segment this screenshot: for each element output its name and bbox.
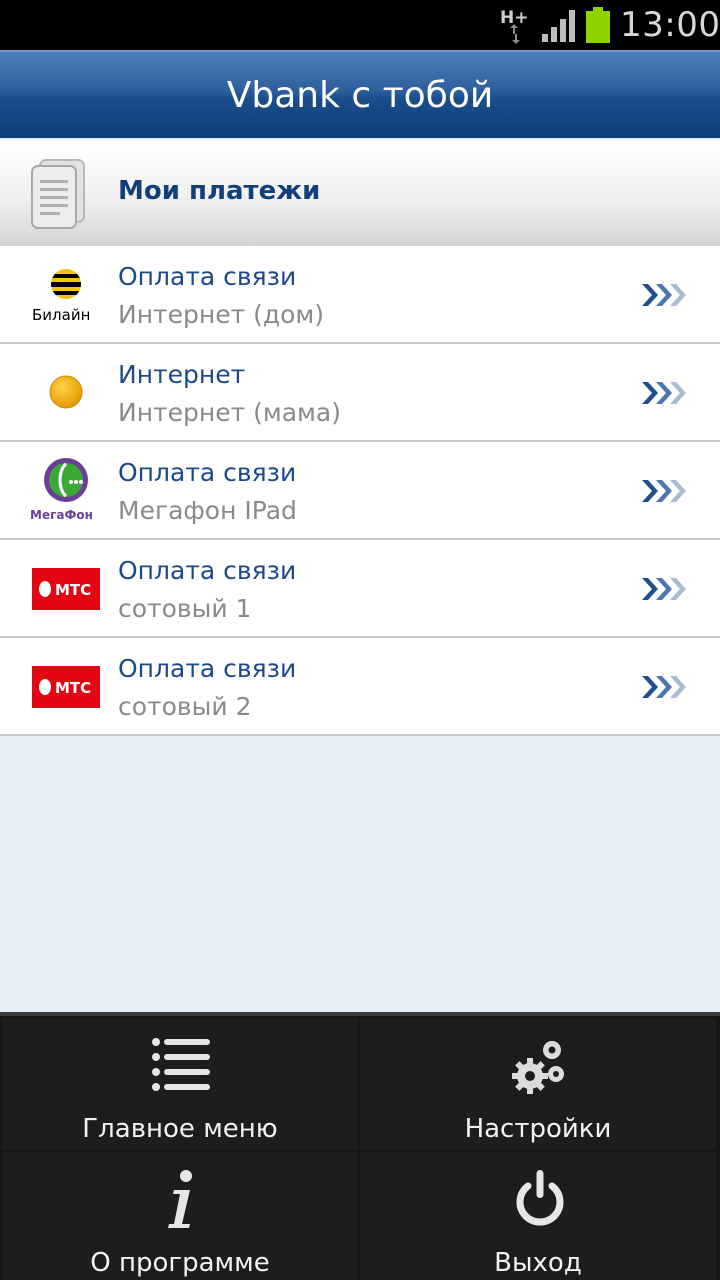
- signal-strength-icon: [542, 10, 575, 42]
- payment-item[interactable]: МТС Оплата связи сотовый 2: [0, 638, 720, 736]
- mts-logo-text: МТС: [55, 679, 91, 697]
- settings-label: Настройки: [464, 1114, 612, 1144]
- megafon-logo: МегаФон: [30, 458, 93, 522]
- payment-item[interactable]: МегаФон Оплата связи Мегафон IPad: [0, 442, 720, 540]
- payment-subtitle: Интернет (дом): [118, 300, 325, 329]
- exit-label: Выход: [494, 1248, 582, 1278]
- mts-logo-text: МТС: [55, 581, 91, 599]
- payment-subtitle: сотовый 2: [118, 692, 252, 721]
- documents-icon: [31, 159, 85, 229]
- payment-item[interactable]: Интернет Интернет (мама): [0, 344, 720, 442]
- orange-dot-icon: [49, 375, 83, 409]
- list-icon: [152, 1038, 210, 1091]
- chevron-right-icon: [642, 284, 686, 306]
- payment-item[interactable]: Билайн Оплата связи Интернет (дом): [0, 246, 720, 344]
- payment-title: Интернет: [118, 360, 246, 389]
- settings-button[interactable]: Настройки: [360, 1018, 716, 1150]
- payment-subtitle: сотовый 1: [118, 594, 252, 623]
- payment-subtitle: Интернет (мама): [118, 398, 341, 427]
- chevron-right-icon: [642, 480, 686, 502]
- chevron-right-icon: [642, 382, 686, 404]
- status-clock: 13:00: [620, 5, 720, 45]
- megafon-logo-text: МегаФон: [30, 508, 93, 522]
- payment-title: Оплата связи: [118, 556, 297, 585]
- network-type-icon: H+: [500, 8, 528, 44]
- payment-title: Оплата связи: [118, 458, 297, 487]
- beeline-logo-text: Билайн: [32, 306, 90, 324]
- payment-subtitle: Мегафон IPad: [118, 496, 297, 525]
- section-title: Мои платежи: [118, 176, 321, 206]
- app-title: Vbank с тобой: [226, 75, 494, 116]
- about-button[interactable]: О программе: [2, 1152, 358, 1280]
- battery-icon: [586, 7, 610, 43]
- mts-logo: МТС: [32, 568, 100, 610]
- beeline-logo: Билайн: [32, 269, 90, 324]
- gears-icon: [512, 1041, 564, 1094]
- main-menu-label: Главное меню: [82, 1114, 278, 1144]
- main-menu-button[interactable]: Главное меню: [2, 1018, 358, 1150]
- payment-title: Оплата связи: [118, 654, 297, 683]
- chevron-right-icon: [642, 676, 686, 698]
- app-header: Vbank с тобой: [0, 50, 720, 138]
- about-label: О программе: [90, 1248, 270, 1278]
- info-icon: [168, 1170, 192, 1228]
- payment-item[interactable]: МТС Оплата связи сотовый 1: [0, 540, 720, 638]
- chevron-right-icon: [642, 578, 686, 600]
- payment-title: Оплата связи: [118, 262, 297, 291]
- exit-button[interactable]: Выход: [360, 1152, 716, 1280]
- section-header: Мои платежи: [0, 140, 720, 246]
- status-bar: H+ 13:00: [0, 0, 720, 50]
- power-icon: [516, 1170, 564, 1226]
- mts-logo: МТС: [32, 666, 100, 708]
- bottom-menu: Главное меню Настройки О программе Выход: [0, 1012, 720, 1280]
- payments-list: Билайн Оплата связи Интернет (дом) Интер…: [0, 246, 720, 736]
